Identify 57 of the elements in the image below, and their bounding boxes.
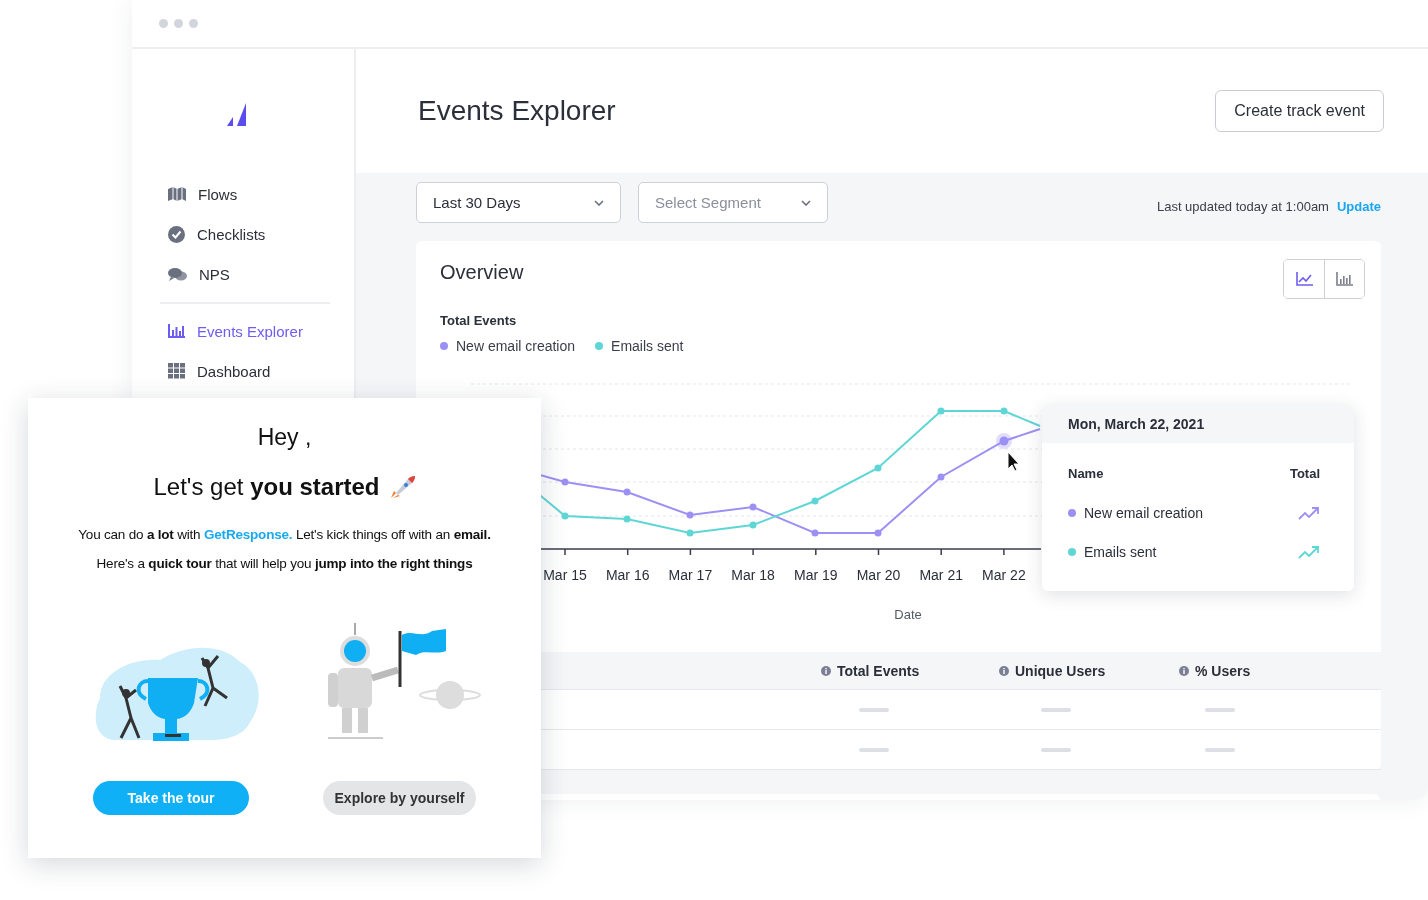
modal-title: Let's get you started [153, 473, 380, 501]
legend-label: Emails sent [611, 338, 684, 354]
axis-label: Mar 20 [856, 567, 901, 583]
axis-label: Mar 18 [731, 567, 775, 583]
chart-subtitle: Total Events [439, 312, 518, 328]
check-circle-icon [168, 225, 185, 243]
dropdown[interactable]: Last 30 Days [416, 182, 621, 223]
axis-label: Mar 17 [668, 567, 713, 583]
series-name: Emails sent [1084, 543, 1157, 560]
chevron-down-icon [594, 199, 604, 206]
sidebar-item[interactable]: Dashboard [160, 351, 330, 391]
explore-button[interactable]: Explore by yourself [323, 781, 476, 815]
tooltip-date: Mon, March 22, 2021 [1042, 405, 1354, 443]
grid-icon [168, 363, 185, 379]
map-icon [168, 187, 186, 201]
sidebar-item[interactable]: Flows [160, 174, 330, 214]
create-track-event-button[interactable]: Create track event [1215, 90, 1384, 132]
rocket-icon [389, 475, 416, 499]
info-icon [999, 665, 1009, 676]
card-title: Overview [440, 261, 524, 285]
axis-title: Date [894, 607, 922, 622]
axis-label: Mar 22 [982, 567, 1026, 583]
chart-type-button[interactable] [1324, 260, 1364, 298]
column-header: Total Events [837, 662, 920, 679]
chat-bubbles-icon [168, 266, 187, 282]
trend-up-icon [1298, 544, 1320, 559]
column-header: Total [1289, 465, 1320, 481]
info-icon [1179, 665, 1189, 676]
window-dot [174, 19, 183, 28]
series-name: New email creation [1084, 504, 1204, 521]
info-icon [821, 665, 831, 676]
axis-label: Mar 15 [543, 567, 587, 583]
sidebar-item[interactable]: Checklists [160, 214, 330, 254]
cursor-icon [1007, 451, 1020, 472]
sidebar-item[interactable]: NPS [160, 254, 330, 294]
window-dot [189, 19, 198, 28]
axis-label: Mar 19 [794, 567, 838, 583]
tour-text: Here's a quick tour that will help you jump into the right things [96, 556, 473, 571]
sidebar-item[interactable]: Events Explorer [160, 311, 330, 351]
bar-chart-icon [1336, 272, 1353, 286]
highlighted-point [996, 433, 1012, 449]
bar-chart-icon [168, 324, 185, 338]
line-chart-icon [1295, 272, 1313, 286]
logo-icon [227, 103, 247, 126]
last-updated-text: Last updated today at 1:00am [1156, 199, 1329, 214]
window-dot [159, 19, 168, 28]
intro-text: You can do a lot with GetResponse. Let's kick things off with an email. [78, 527, 491, 542]
axis-label: Mar 21 [919, 567, 963, 583]
greeting: Hey , [257, 424, 312, 451]
trend-up-icon [1298, 505, 1320, 520]
page-title: Events Explorer [418, 95, 616, 127]
axis-label: Mar 16 [605, 567, 650, 583]
column-header: Unique Users [1015, 662, 1106, 679]
legend-label: New email creation [456, 338, 576, 354]
column-header: % Users [1195, 662, 1251, 679]
column-header: Name [1068, 465, 1104, 481]
chevron-down-icon [801, 199, 811, 206]
